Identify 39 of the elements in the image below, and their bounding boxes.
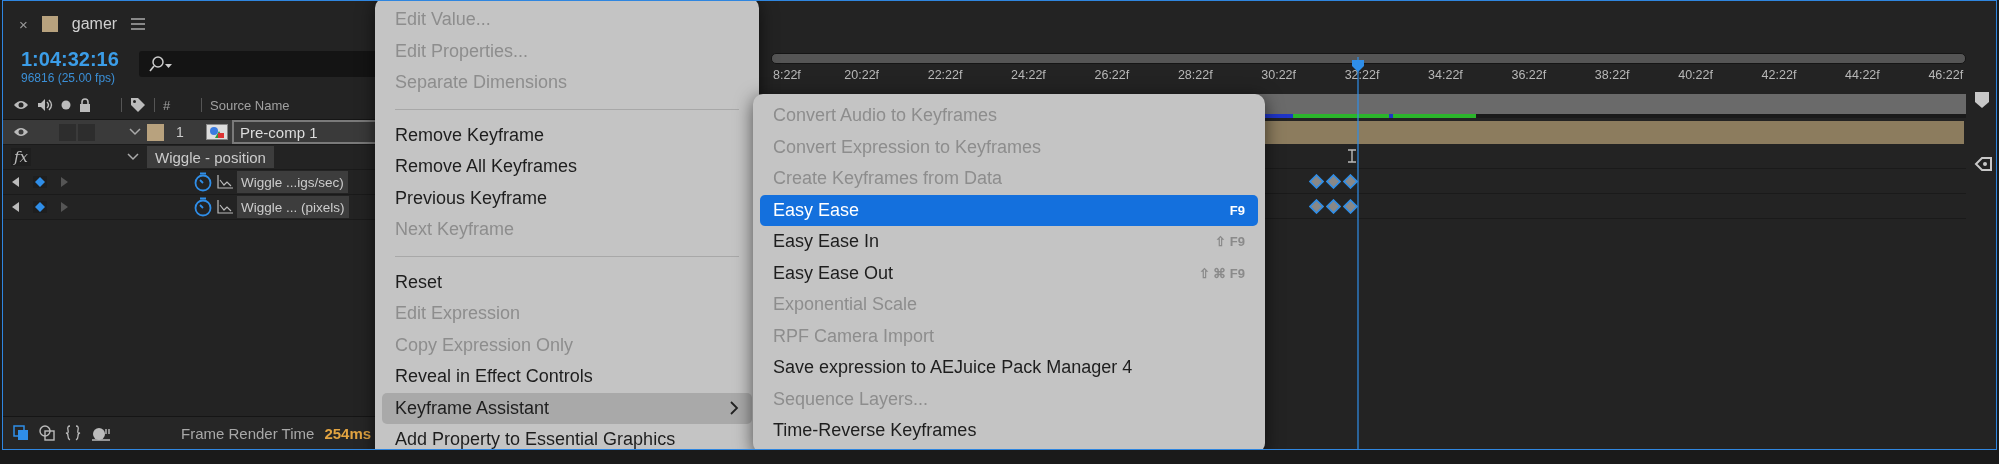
timecode[interactable]: 1:04:32:16 — [21, 47, 119, 71]
ruler-label: 42:22f — [1760, 68, 1798, 82]
column-header: # — [163, 97, 172, 113]
menu-item[interactable]: Add Property to Essential Graphics — [382, 424, 752, 449]
menu-item[interactable]: Reset — [382, 266, 752, 298]
menu-item[interactable]: Easy Ease F9 — [760, 194, 1258, 226]
ruler-label: 24:22f — [1010, 68, 1047, 82]
panel-tab[interactable]: gamer — [71, 15, 118, 33]
menu-item[interactable]: Previous Keyframe — [382, 182, 752, 214]
menu-item[interactable]: Remove All Keyframes — [382, 151, 752, 183]
menu-item[interactable]: Keyframe Assistant — [382, 392, 752, 424]
ruler-label: 34:22f — [1427, 68, 1464, 82]
menu-item[interactable]: Time-Reverse Keyframes — [760, 415, 1258, 447]
ruler-label: 36:22f — [1510, 68, 1548, 82]
frame-count: 96816 (25.00 fps) — [21, 71, 117, 85]
close-button[interactable]: × — [19, 15, 28, 33]
ruler-label: 28:22f — [1176, 68, 1214, 82]
effect-name[interactable]: Wiggle - position — [147, 146, 274, 168]
ruler-label: 8:22f — [773, 68, 802, 82]
layer-number: 1 — [176, 124, 185, 140]
menu-item[interactable]: Easy Ease Out ⇧ ⌘ F9 — [760, 257, 1258, 289]
render-time: 254ms — [324, 424, 372, 442]
ruler-label: 20:22f — [843, 68, 881, 82]
ruler-label: 40:22f — [1677, 68, 1714, 82]
property-name[interactable]: Wiggle ...igs/sec) — [237, 171, 348, 193]
ruler-label: 44:22f — [1844, 68, 1881, 82]
effect-badge: fx — [11, 148, 31, 166]
menu-item[interactable]: Save expression to AEJuice Pack Manager 4 — [760, 352, 1258, 384]
ruler-label: 26:22f — [1093, 68, 1131, 82]
column-header: Source Name — [210, 97, 290, 113]
ruler-label: 38:22f — [1593, 68, 1631, 82]
ruler-label: 22:22f — [926, 68, 964, 82]
ruler-label: 30:22f — [1260, 68, 1298, 82]
ruler-label: 46:22f — [1927, 68, 1965, 82]
status-label: Frame Render Time — [181, 424, 315, 442]
menu-item[interactable]: Remove Keyframe — [382, 119, 752, 151]
menu-item[interactable]: Easy Ease In ⇧ F9 — [760, 226, 1258, 258]
menu-item[interactable]: Reveal in Effect Controls — [382, 361, 752, 393]
property-name[interactable]: Wiggle ... (pixels) — [237, 196, 349, 218]
